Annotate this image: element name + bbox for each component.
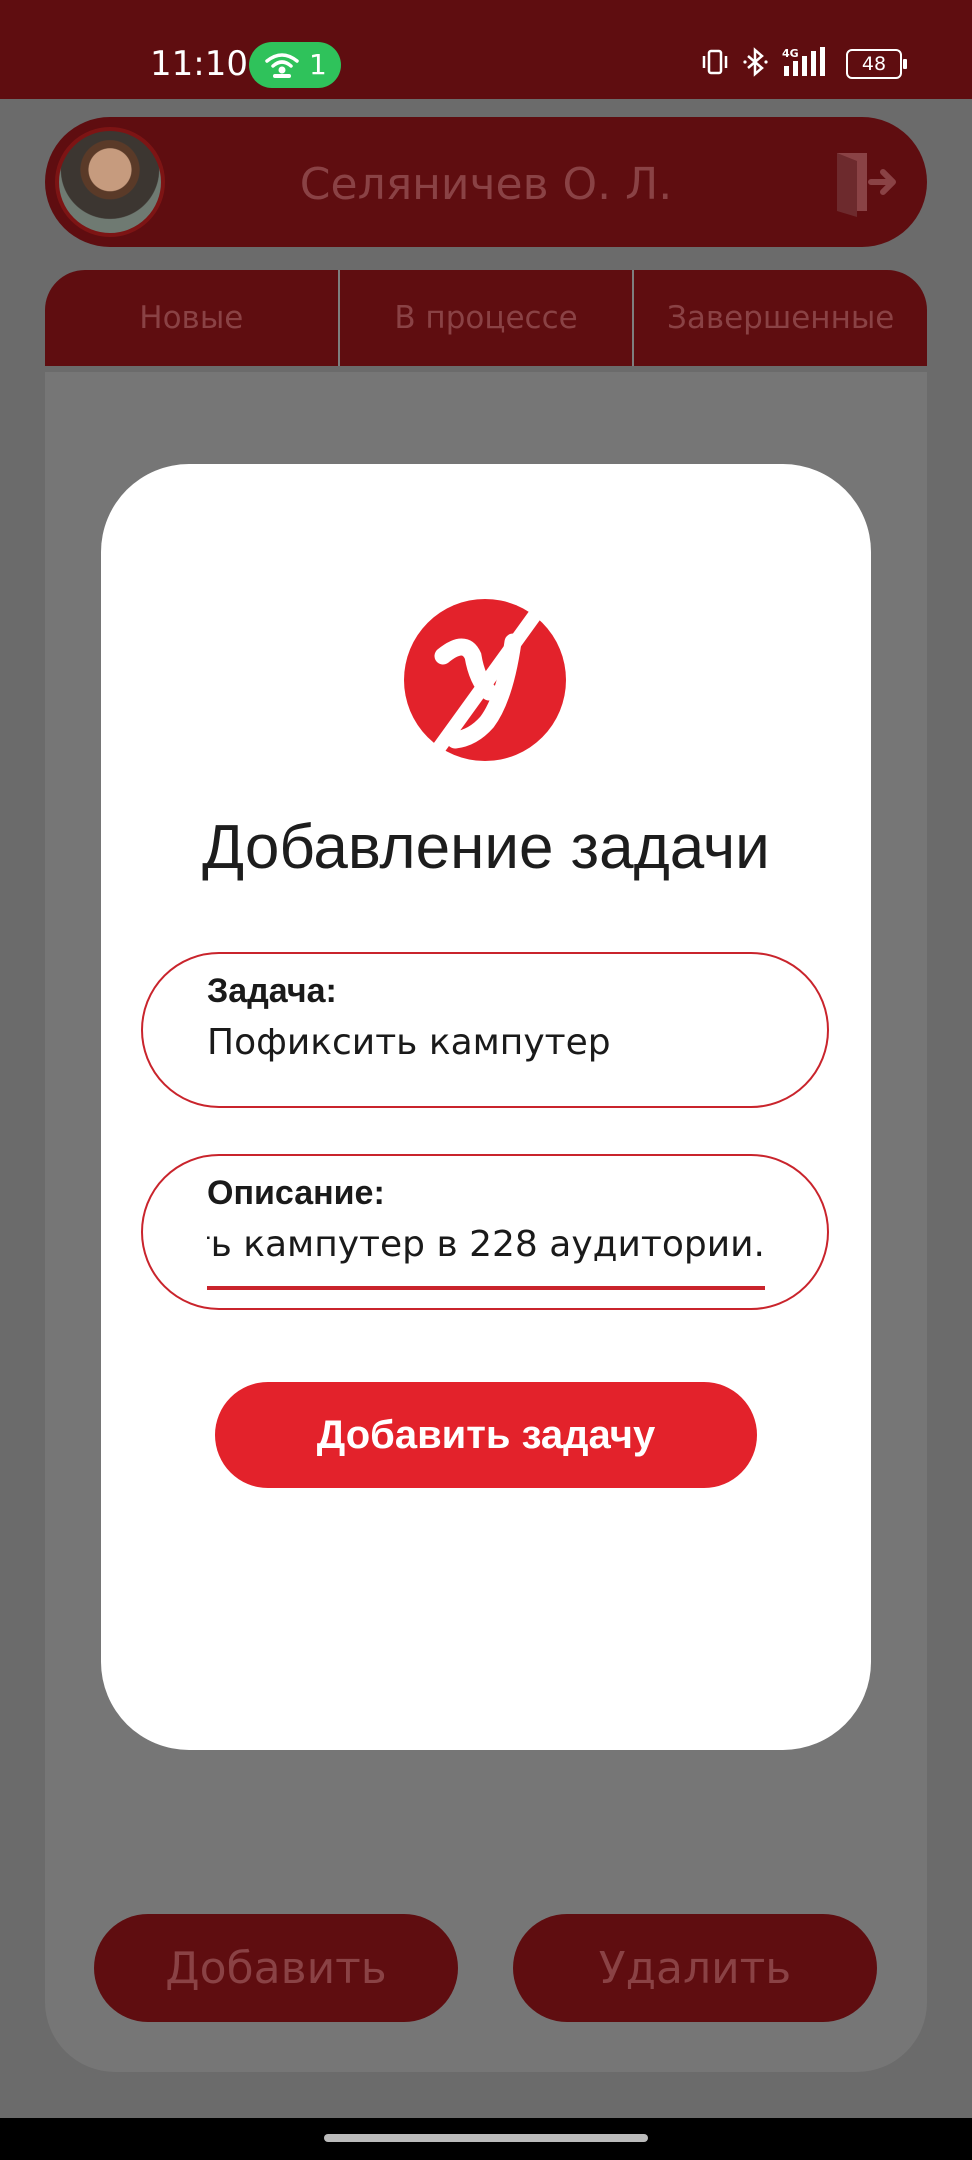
add-task-dialog: Добавление задачи Задача: Пофиксить камп… bbox=[101, 464, 871, 1750]
user-name: Селяничев О. Л. bbox=[299, 159, 673, 210]
task-input[interactable]: Пофиксить кампутер bbox=[207, 1022, 611, 1063]
network-type: 4G bbox=[782, 47, 799, 60]
dialog-title: Добавление задачи bbox=[202, 813, 770, 882]
bluetooth-icon bbox=[742, 47, 770, 81]
description-text: Пофиксить кампутер в 228 аудитории. bbox=[207, 1224, 765, 1265]
tab-in-progress[interactable]: В процессе bbox=[337, 270, 633, 366]
status-time: 11:10 bbox=[150, 44, 248, 84]
tab-new[interactable]: Новые bbox=[45, 270, 338, 366]
brand-logo-icon bbox=[403, 585, 567, 775]
battery-level: 48 bbox=[861, 53, 887, 75]
add-button[interactable]: Добавить bbox=[94, 1914, 458, 2022]
signal-icon: 4G bbox=[782, 46, 834, 82]
task-field-label: Задача: bbox=[207, 972, 337, 1010]
hotspot-icon bbox=[265, 51, 299, 86]
input-focus-underline bbox=[207, 1286, 765, 1290]
task-field[interactable]: Задача: Пофиксить кампутер bbox=[141, 952, 829, 1108]
status-bar: 11:10 1 4G 48 bbox=[0, 0, 972, 99]
task-tabs: Новые В процессе Завершенные bbox=[45, 270, 927, 366]
description-input[interactable]: Пофиксить кампутер в 228 аудитории. bbox=[207, 1224, 765, 1265]
tab-completed[interactable]: Завершенные bbox=[632, 270, 927, 366]
navigation-bar bbox=[0, 2118, 972, 2160]
delete-button[interactable]: Удалить bbox=[513, 1914, 877, 2022]
hotspot-count: 1 bbox=[309, 48, 327, 81]
battery-icon: 48 bbox=[846, 49, 907, 79]
description-field[interactable]: Описание: Пофиксить кампутер в 228 аудит… bbox=[141, 1154, 829, 1310]
system-icons: 4G 48 bbox=[700, 44, 907, 84]
description-field-label: Описание: bbox=[207, 1174, 385, 1212]
add-task-button[interactable]: Добавить задачу bbox=[215, 1382, 757, 1488]
profile-header: Селяничев О. Л. bbox=[45, 117, 927, 247]
logout-icon[interactable] bbox=[829, 147, 899, 221]
vibrate-icon bbox=[700, 47, 730, 81]
home-gesture-handle[interactable] bbox=[324, 2134, 648, 2142]
hotspot-pill: 1 bbox=[249, 42, 341, 88]
